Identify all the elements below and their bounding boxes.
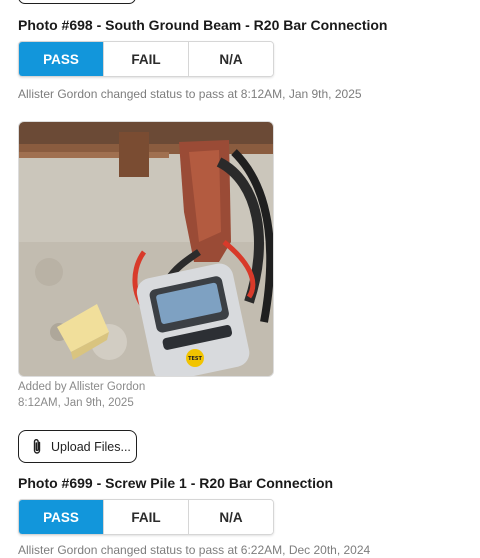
photo-title: Photo #698 - South Ground Beam - R20 Bar…: [18, 17, 388, 33]
previous-upload-button[interactable]: [18, 0, 136, 4]
status-history-text: Allister Gordon changed status to pass a…: [18, 543, 371, 557]
status-history-text: Allister Gordon changed status to pass a…: [18, 87, 362, 101]
photo-title: Photo #699 - Screw Pile 1 - R20 Bar Conn…: [18, 475, 334, 491]
upload-files-label: Upload Files...: [51, 439, 131, 454]
na-button[interactable]: N/A: [189, 42, 273, 76]
fail-button[interactable]: FAIL: [104, 500, 189, 534]
na-button[interactable]: N/A: [189, 500, 273, 534]
pass-button[interactable]: PASS: [19, 42, 104, 76]
added-timestamp: 8:12AM, Jan 9th, 2025: [18, 397, 134, 409]
device-test-button-label: TEST: [188, 356, 202, 362]
fail-button[interactable]: FAIL: [104, 42, 189, 76]
photo-image: TEST: [19, 122, 273, 376]
status-toggle: PASS FAIL N/A: [18, 41, 274, 77]
photo-thumbnail[interactable]: TEST: [18, 121, 274, 377]
added-by-text: Added by Allister Gordon: [18, 381, 146, 393]
paperclip-icon: [31, 438, 43, 456]
upload-files-button[interactable]: Upload Files...: [18, 430, 137, 463]
pass-button[interactable]: PASS: [19, 500, 104, 534]
attachment-meta: Added by Allister Gordon 8:12AM, Jan 9th…: [18, 379, 145, 411]
status-toggle: PASS FAIL N/A: [18, 499, 274, 535]
inspection-page: Photo #698 - South Ground Beam - R20 Bar…: [0, 0, 480, 558]
